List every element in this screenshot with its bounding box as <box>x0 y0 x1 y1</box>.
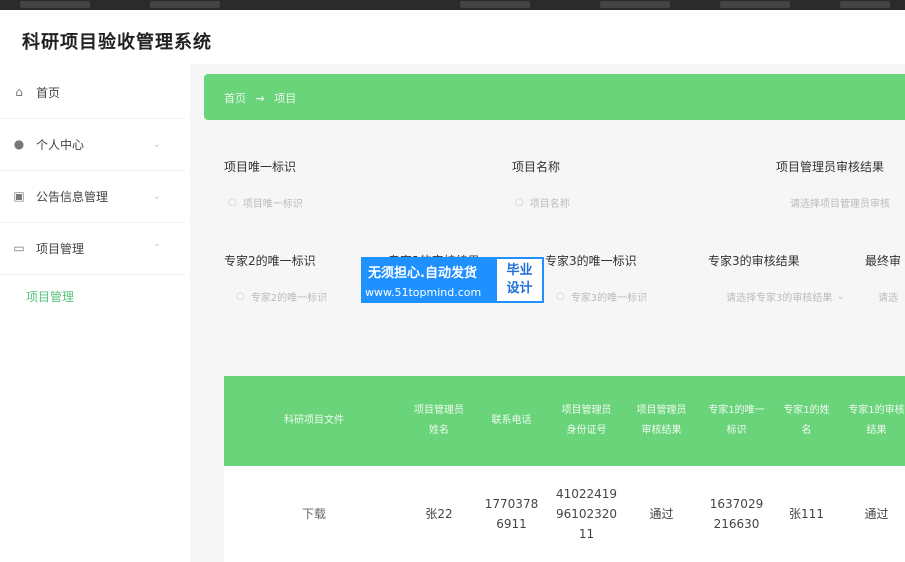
select-placeholder: 请选择项目管理员审核 <box>790 198 890 210</box>
input-placeholder: 项目唯一标识 <box>242 198 303 210</box>
browser-tab[interactable] <box>600 1 670 8</box>
column-header[interactable]: 科研项目文件 <box>224 376 404 466</box>
sidebar-item-notices[interactable]: ▣ 公告信息管理 ⌄ <box>0 170 185 223</box>
column-header[interactable]: 专家1的审核结果 <box>839 376 905 466</box>
watermark-badge: 毕业 设计 <box>497 259 542 301</box>
select-placeholder: 请选择专家3的审核结果 <box>726 292 833 304</box>
breadcrumb-current: 项目 <box>274 92 297 105</box>
browser-tab[interactable] <box>20 1 90 8</box>
user-icon: ● <box>13 137 25 151</box>
table-cell: 张111 <box>789 507 824 521</box>
project-name-input[interactable]: ○ 项目名称 <box>515 189 715 215</box>
table-cell: 通过 <box>864 507 889 521</box>
table-cell: 通过 <box>649 507 674 521</box>
sidebar-subitem-projects[interactable]: 项目管理 <box>26 288 74 305</box>
project-id-input[interactable]: ○ 项目唯一标识 <box>228 189 428 215</box>
sidebar-item-projects[interactable]: ▭ 项目管理 ⌃ <box>0 222 185 275</box>
breadcrumb: 首页 → 项目 <box>204 74 905 120</box>
filter-label-project-name: 项目名称 <box>512 160 561 174</box>
search-icon: ○ <box>236 290 245 302</box>
input-placeholder: 项目名称 <box>529 198 570 210</box>
sidebar-item-label: 首页 <box>36 85 61 100</box>
browser-tab[interactable] <box>460 1 530 8</box>
sidebar-item-label: 公告信息管理 <box>36 189 109 204</box>
browser-tab[interactable] <box>150 1 220 8</box>
browser-tab[interactable] <box>720 1 790 8</box>
expert2-id-input[interactable]: ○ 专家2的唯一标识 <box>236 283 356 309</box>
column-header[interactable]: 项目管理员审核结果 <box>624 376 699 466</box>
table-cell: 17703786911 <box>484 497 539 531</box>
search-icon: ○ <box>556 290 565 302</box>
filter-label-final-result: 最终审 <box>865 254 902 268</box>
input-placeholder: 专家3的唯一标识 <box>570 292 648 304</box>
column-header[interactable]: 专家1的唯一标识 <box>699 376 774 466</box>
project-icon: ▭ <box>13 241 25 255</box>
table-cell: 1637029216630 <box>709 497 764 531</box>
filter-label-expert3-id: 专家3的唯一标识 <box>545 254 637 268</box>
sidebar-item-home[interactable]: ⌂ 首页 <box>0 66 185 119</box>
app-title: 科研项目验收管理系统 <box>22 32 212 53</box>
expert3-result-select[interactable]: 请选择专家3的审核结果 ⌄ <box>726 283 848 309</box>
notice-icon: ▣ <box>13 189 25 203</box>
search-icon: ○ <box>515 196 524 208</box>
chevron-up-icon: ⌃ <box>152 242 161 254</box>
column-header[interactable]: 项目管理员身份证号 <box>549 376 624 466</box>
watermark-banner: 无须担心.自动发货 www.51topmind.com 毕业 设计 <box>361 257 544 303</box>
search-icon: ○ <box>228 196 237 208</box>
input-placeholder: 专家2的唯一标识 <box>250 292 328 304</box>
filter-label-expert2-id: 专家2的唯一标识 <box>224 254 316 268</box>
arrow-right-icon: → <box>255 92 265 105</box>
filter-label-admin-result: 项目管理员审核结果 <box>776 160 885 174</box>
browser-tab-bar <box>0 0 905 10</box>
breadcrumb-home[interactable]: 首页 <box>224 92 246 105</box>
select-placeholder: 请选 <box>878 292 898 304</box>
chevron-down-icon: ⌄ <box>836 290 845 302</box>
admin-result-select[interactable]: 请选择项目管理员审核 <box>790 189 905 215</box>
download-link[interactable]: 下载 <box>224 466 404 562</box>
chevron-down-icon: ⌄ <box>152 190 161 202</box>
sidebar-item-label: 项目管理 <box>36 241 85 256</box>
table-cell: 410224199610232011 <box>555 487 618 541</box>
expert3-id-input[interactable]: ○ 专家3的唯一标识 <box>556 283 686 309</box>
column-header[interactable]: 项目管理员姓名 <box>404 376 474 466</box>
filter-label-expert3-result: 专家3的审核结果 <box>708 254 800 268</box>
watermark-url: www.51topmind.com <box>365 286 482 299</box>
home-icon: ⌂ <box>15 85 23 99</box>
column-header[interactable]: 联系电话 <box>474 376 549 466</box>
sidebar: ⌂ 首页 ● 个人中心 ⌄ ▣ 公告信息管理 ⌄ ▭ 项目管理 ⌃ 项目管理 <box>0 64 190 562</box>
watermark-line1: 无须担心.自动发货 <box>368 266 477 281</box>
sidebar-item-label: 个人中心 <box>36 137 85 152</box>
table-header: 科研项目文件 项目管理员姓名 联系电话 项目管理员身份证号 项目管理员审核结果 … <box>224 376 905 466</box>
sidebar-item-profile[interactable]: ● 个人中心 ⌄ <box>0 118 185 171</box>
filter-label-project-id: 项目唯一标识 <box>224 160 297 174</box>
chevron-down-icon: ⌄ <box>152 138 161 150</box>
data-table: 科研项目文件 项目管理员姓名 联系电话 项目管理员身份证号 项目管理员审核结果 … <box>224 376 905 562</box>
column-header[interactable]: 专家1的姓名 <box>774 376 839 466</box>
table-row: 下载 张22 17703786911 410224199610232011 通过… <box>224 466 905 562</box>
browser-tab[interactable] <box>840 1 890 8</box>
final-result-select[interactable]: 请选 <box>878 283 905 309</box>
table-cell: 张22 <box>425 507 453 521</box>
